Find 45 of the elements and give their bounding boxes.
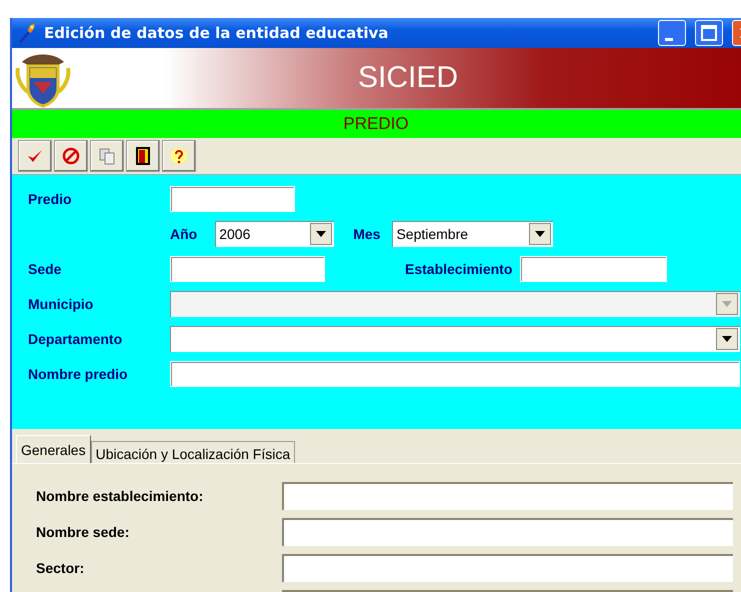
input-field[interactable] — [520, 256, 668, 282]
input-field[interactable] — [170, 186, 295, 212]
prohibited-icon — [62, 147, 80, 165]
input-field[interactable] — [282, 554, 733, 582]
minimize-button[interactable] — [658, 20, 686, 46]
field-label: Nombre sede: — [36, 524, 130, 540]
maximize-button[interactable] — [695, 20, 723, 46]
minimize-icon — [665, 38, 673, 40]
app-title: SICIED — [356, 60, 460, 96]
dropdown-arrow-icon — [535, 231, 546, 237]
field-label: Nombre predio — [28, 366, 129, 382]
field-label: Predio — [28, 191, 73, 207]
copy-button[interactable] — [90, 140, 124, 172]
cancel-button[interactable] — [54, 140, 88, 172]
exit-button[interactable] — [126, 140, 160, 172]
tab[interactable]: Ubicación y Localización Física — [90, 441, 296, 463]
field-label: Sede — [28, 261, 62, 277]
input-field[interactable] — [170, 256, 325, 282]
input-field[interactable] — [282, 482, 733, 510]
dropdown-arrow-icon — [316, 231, 326, 237]
field-label: Departamento — [28, 331, 124, 347]
help-button[interactable] — [162, 140, 196, 172]
dropdown-field[interactable] — [170, 326, 740, 352]
dropdown-arrow-icon — [722, 336, 732, 342]
checkmark-icon — [27, 148, 43, 164]
dropdown-field[interactable]: 2006 — [215, 221, 334, 247]
question-mark-icon — [170, 147, 188, 165]
input-field[interactable] — [282, 518, 733, 546]
tab[interactable]: Generales — [16, 435, 91, 463]
dropdown-field[interactable]: Septiembre — [392, 221, 554, 247]
input-field[interactable] — [170, 361, 740, 387]
dropdown-arrow-icon — [722, 301, 732, 307]
field-label: Nombre establecimiento: — [36, 488, 204, 504]
torch-icon — [16, 22, 38, 44]
accept-button[interactable] — [18, 140, 52, 172]
field-label: Sector: — [36, 560, 86, 576]
window-title: Edición de datos de la entidad educativa — [44, 24, 390, 42]
field-label: Año — [170, 226, 198, 242]
documents-icon — [98, 147, 116, 165]
field-label: Establecimiento — [405, 261, 512, 277]
field-label: Municipio — [28, 296, 94, 312]
door-icon — [136, 147, 150, 165]
maximize-icon — [701, 25, 717, 41]
section-title: PREDIO — [343, 114, 409, 134]
field-label: Mes — [353, 226, 380, 242]
